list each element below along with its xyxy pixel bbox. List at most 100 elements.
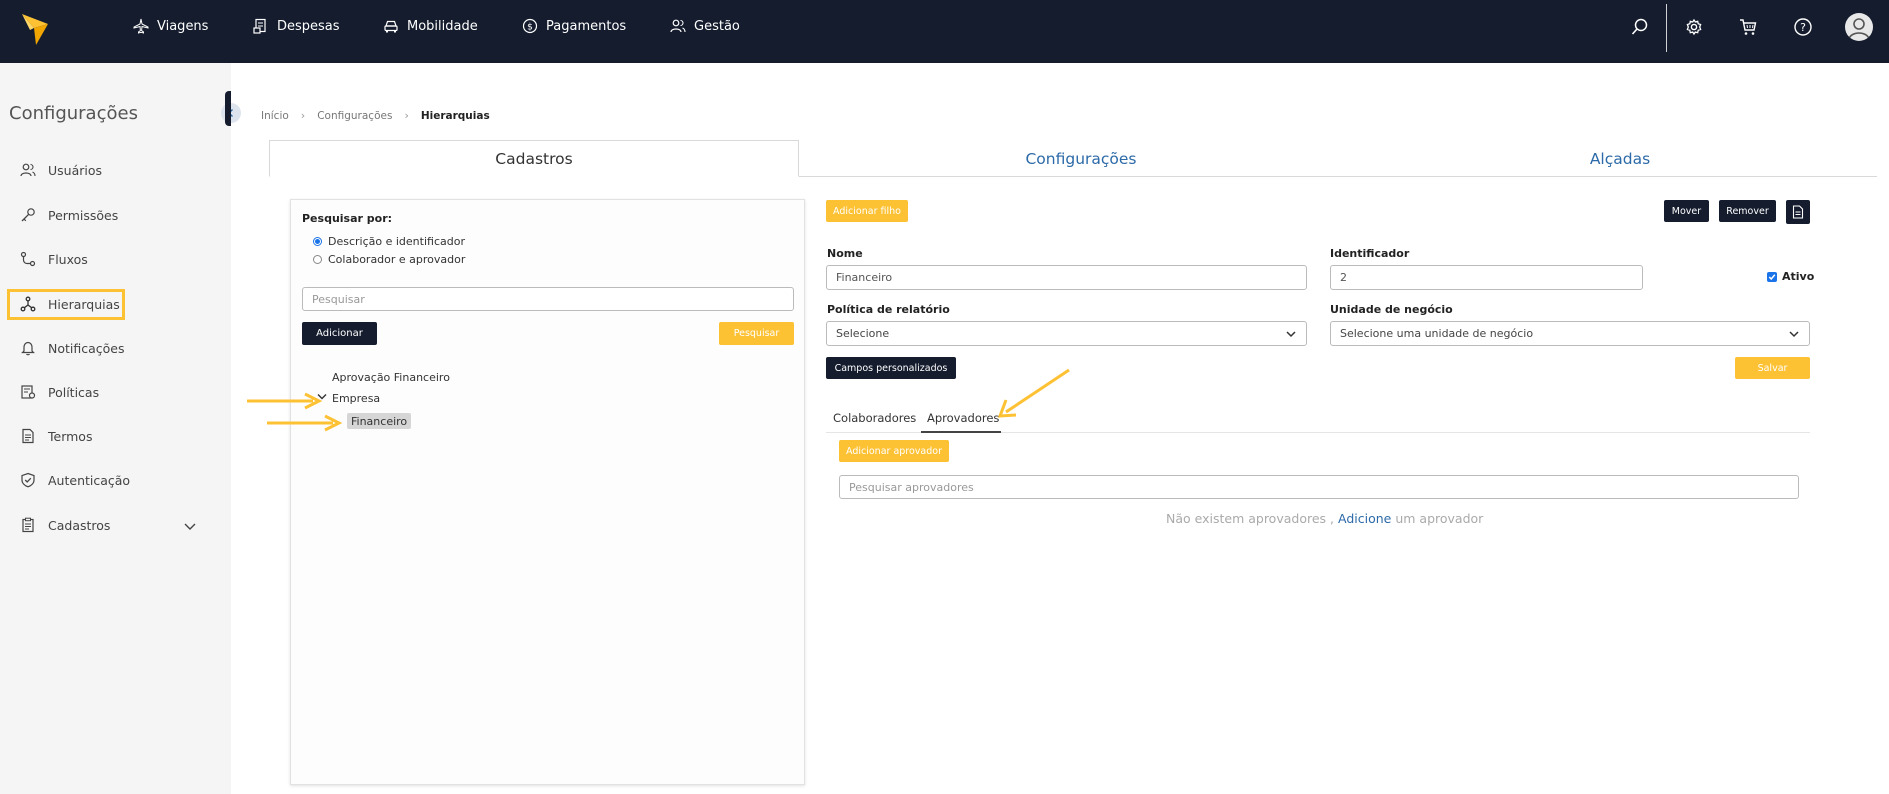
save-button[interactable]: Salvar <box>1735 357 1810 379</box>
search-icon[interactable] <box>1630 17 1650 37</box>
shield-icon <box>21 472 35 488</box>
airplane-icon <box>133 18 149 34</box>
sidebar-item-label: Autenticação <box>48 472 131 488</box>
nav-pagamentos[interactable]: $ Pagamentos <box>522 17 626 35</box>
move-button[interactable]: Mover <box>1664 200 1709 222</box>
nav-mobilidade-label: Mobilidade <box>407 18 478 34</box>
check-icon <box>1768 274 1776 281</box>
sidebar-item-cadastros[interactable]: Cadastros <box>20 513 110 537</box>
radio-colaborador[interactable]: Colaborador e aprovador <box>313 253 465 266</box>
tab-aprovadores[interactable]: Aprovadores <box>927 411 999 425</box>
radio-descricao[interactable]: Descrição e identificador <box>313 235 465 248</box>
tabs-divider <box>799 176 1877 177</box>
sidebar-item-label: Notificações <box>48 340 125 356</box>
svg-text:$: $ <box>527 23 533 33</box>
name-label: Nome <box>827 247 863 260</box>
sidebar-scroll-marker <box>225 91 231 126</box>
tab-colaboradores[interactable]: Colaboradores <box>833 411 916 425</box>
search-button[interactable]: Pesquisar <box>719 322 794 345</box>
hierarchy-icon <box>20 296 36 312</box>
identifier-label: Identificador <box>1330 247 1410 260</box>
dollar-icon: $ <box>522 18 538 34</box>
sidebar-item-notificacoes[interactable]: Notificações <box>20 336 125 360</box>
identifier-field[interactable]: 2 <box>1330 265 1643 290</box>
nav-gestao[interactable]: Gestão <box>670 17 740 35</box>
nav-viagens-label: Viagens <box>157 18 209 34</box>
policy-select-value: Selecione <box>836 327 890 340</box>
tree-item-aprovacao-financeiro[interactable]: Aprovação Financeiro <box>332 371 450 384</box>
search-by-label: Pesquisar por: <box>302 212 393 225</box>
business-unit-select[interactable]: Selecione uma unidade de negócio <box>1330 321 1810 346</box>
logo-icon[interactable] <box>20 12 50 46</box>
search-approvers-input[interactable]: Pesquisar aprovadores <box>839 475 1799 499</box>
add-child-button[interactable]: Adicionar filho <box>826 200 908 222</box>
users-icon <box>20 163 36 177</box>
sidebar-item-label: Permissões <box>48 207 119 223</box>
add-approver-button[interactable]: Adicionar aprovador <box>839 440 949 462</box>
users-icon <box>670 19 686 33</box>
breadcrumb-separator: › <box>404 109 409 122</box>
remove-button[interactable]: Remover <box>1719 200 1776 222</box>
active-checkbox[interactable] <box>1767 272 1777 282</box>
document-icon <box>1792 205 1804 219</box>
nav-viagens[interactable]: Viagens <box>133 17 208 35</box>
radio-label: Descrição e identificador <box>328 235 465 248</box>
add-hierarchy-button[interactable]: Adicionar <box>302 322 377 345</box>
radio-label: Colaborador e aprovador <box>328 253 466 266</box>
breadcrumb-separator: › <box>300 109 306 122</box>
radio-button[interactable] <box>313 237 322 246</box>
car-icon <box>384 20 398 33</box>
custom-fields-button[interactable]: Campos personalizados <box>826 357 956 379</box>
sidebar-item-hierarquias[interactable]: Hierarquias <box>20 292 120 316</box>
policy-icon <box>21 385 36 399</box>
tab-cadastros[interactable]: Cadastros <box>269 140 799 177</box>
document-icon <box>22 428 34 444</box>
sidebar-item-politicas[interactable]: Políticas <box>20 380 99 404</box>
annotation-arrow <box>997 368 1070 418</box>
receipt-icon <box>253 18 266 34</box>
export-document-button[interactable] <box>1786 200 1810 224</box>
sidebar-item-label: Hierarquias <box>48 296 120 312</box>
nav-despesas-label: Despesas <box>277 18 340 34</box>
breadcrumb-inicio[interactable]: Início <box>261 110 289 122</box>
empty-approvers-suffix: um aprovador <box>1395 511 1484 526</box>
key-icon <box>21 208 35 222</box>
sidebar-item-label: Usuários <box>48 162 103 178</box>
avatar-icon[interactable] <box>1845 13 1873 41</box>
gear-icon[interactable] <box>1684 17 1704 37</box>
policy-select[interactable]: Selecione <box>826 321 1307 346</box>
bell-icon <box>21 341 35 356</box>
cart-icon[interactable] <box>1738 17 1758 37</box>
help-icon[interactable]: ? <box>1793 17 1813 37</box>
nav-mobilidade[interactable]: Mobilidade <box>383 17 478 35</box>
svg-text:?: ? <box>1800 21 1806 34</box>
active-subtab-indicator <box>921 431 1001 433</box>
business-unit-select-value: Selecione uma unidade de negócio <box>1340 327 1534 340</box>
tree-item-empresa[interactable]: Empresa <box>332 392 380 405</box>
topbar-divider <box>1666 4 1667 52</box>
sidebar-item-permissoes[interactable]: Permissões <box>20 203 118 227</box>
sidebar-title: Configurações <box>9 103 138 124</box>
name-field[interactable]: Financeiro <box>826 265 1307 290</box>
annotation-arrow <box>267 414 343 432</box>
empty-approvers-message: Não existem aprovadores , Adicione um ap… <box>1166 511 1483 526</box>
chevron-down-icon[interactable] <box>182 519 198 535</box>
chevron-down-icon <box>1286 330 1296 337</box>
sidebar-item-usuarios[interactable]: Usuários <box>20 158 102 182</box>
tab-configuracoes[interactable]: Configurações <box>1000 140 1162 177</box>
sidebar-item-label: Políticas <box>48 384 100 400</box>
sidebar-item-fluxos[interactable]: Fluxos <box>20 247 88 271</box>
search-input[interactable]: Pesquisar <box>302 287 794 311</box>
annotation-arrow <box>247 392 323 410</box>
clipboard-icon <box>22 517 34 533</box>
add-approver-link[interactable]: Adicione <box>1338 511 1391 526</box>
nav-despesas[interactable]: Despesas <box>253 17 340 35</box>
tree-item-financeiro[interactable]: Financeiro <box>347 413 412 429</box>
breadcrumb-configuracoes[interactable]: Configurações <box>317 110 392 122</box>
radio-button[interactable] <box>313 255 322 264</box>
active-label: Ativo <box>1782 270 1815 283</box>
tab-alcadas[interactable]: Alçadas <box>1560 140 1680 177</box>
sidebar-item-termos[interactable]: Termos <box>20 424 92 448</box>
sidebar-collapse-button[interactable] <box>221 103 241 123</box>
sidebar-item-autenticacao[interactable]: Autenticação <box>20 468 130 492</box>
